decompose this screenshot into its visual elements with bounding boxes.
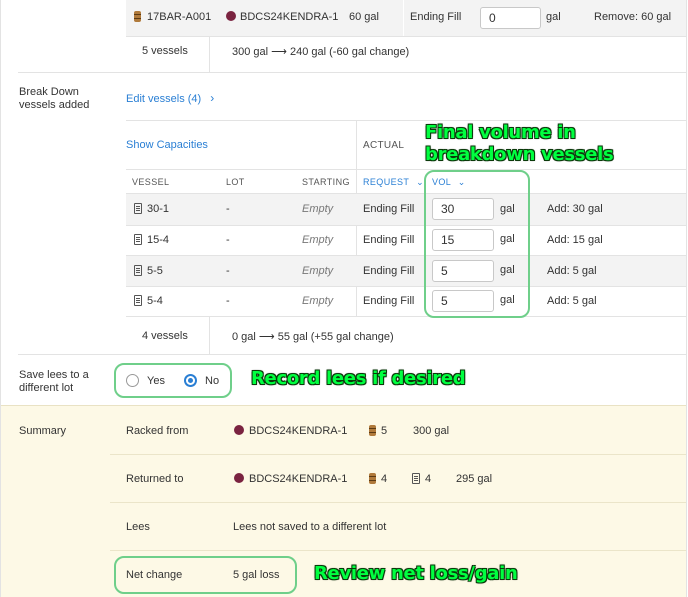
racked-from-label: Racked from xyxy=(126,425,189,437)
source-row: 17BAR-A001 BDCS24KENDRA-1 60 gal Ending … xyxy=(126,0,686,36)
returned-to-tank-count: 4 xyxy=(425,473,432,485)
vessel-name: 5-4 xyxy=(147,295,163,307)
lot-value: - xyxy=(226,234,230,246)
barrel-icon xyxy=(369,473,376,486)
divider xyxy=(209,36,210,72)
returned-to-lot: BDCS24KENDRA-1 xyxy=(249,473,348,485)
annotation-highlight-net xyxy=(114,556,297,594)
source-request: Ending Fill xyxy=(410,11,462,23)
starting-value: Empty xyxy=(302,265,334,277)
lot-value: - xyxy=(226,295,230,307)
column-header-vessel: VESSEL xyxy=(132,177,170,187)
returned-to-volume: 295 gal xyxy=(456,473,493,485)
table-row: 5-5 - Empty Ending Fill gal Add: 5 gal xyxy=(126,256,686,286)
annotation-record-lees: Record lees if desired xyxy=(251,368,466,389)
breakdown-volume-change: 0 gal ⟶ 55 gal (+55 gal change) xyxy=(232,331,394,343)
source-result: Remove: 60 gal xyxy=(594,11,672,23)
tank-icon xyxy=(134,234,142,247)
request-value: Ending Fill xyxy=(363,295,415,307)
barrel-icon xyxy=(369,425,376,438)
lot-dot-icon xyxy=(226,11,236,23)
annotation-line2: breakdown vessels xyxy=(425,144,614,165)
divider xyxy=(209,316,210,354)
table-row: 15-4 - Empty Ending Fill gal Add: 15 gal xyxy=(126,226,686,255)
annotation-review-net: Review net loss/gain xyxy=(314,563,518,584)
returned-to-label: Returned to xyxy=(126,473,184,485)
request-value: Ending Fill xyxy=(363,265,415,277)
starting-value: Empty xyxy=(302,295,334,307)
breakdown-section-label: Break Down vessels added xyxy=(19,86,89,112)
row-divider xyxy=(110,550,686,551)
row-divider xyxy=(126,316,686,317)
column-header-lot: LOT xyxy=(226,177,245,187)
lot-dot-icon xyxy=(234,473,244,485)
divider xyxy=(403,0,404,36)
source-vessel-name: 17BAR-A001 xyxy=(147,11,212,23)
row-divider xyxy=(126,36,686,37)
source-volume-change: 300 gal ⟶ 240 gal (-60 gal change) xyxy=(232,46,410,58)
annotation-highlight-lees xyxy=(114,363,232,398)
annotation-line1: Final volume in xyxy=(425,122,576,143)
lees-summary-value: Lees not saved to a different lot xyxy=(233,521,387,533)
lot-value: - xyxy=(226,203,230,215)
tank-icon xyxy=(412,473,420,486)
header-divider xyxy=(126,169,686,170)
racked-from-lot: BDCS24KENDRA-1 xyxy=(249,425,348,437)
vessel-name: 30-1 xyxy=(147,203,170,215)
lees-summary-label: Lees xyxy=(126,521,150,533)
table-row: 5-4 - Empty Ending Fill gal Add: 5 gal xyxy=(126,287,686,316)
chevron-right-icon: › xyxy=(210,91,215,105)
row-result: Add: 30 gal xyxy=(547,203,603,215)
edit-vessels-label: Edit vessels (4) xyxy=(126,93,202,105)
edit-vessels-link[interactable]: Edit vessels (4) › xyxy=(126,91,214,105)
breakdown-label-line2: vessels added xyxy=(19,99,90,111)
summary-section-label: Summary xyxy=(19,425,67,437)
starting-value: Empty xyxy=(302,234,334,246)
lees-label-line2: different lot xyxy=(19,382,74,394)
returned-to-barrel-count: 4 xyxy=(381,473,388,485)
tank-icon xyxy=(134,203,142,216)
source-volume-input[interactable] xyxy=(480,7,541,29)
section-divider xyxy=(18,354,686,355)
racked-from-volume: 300 gal xyxy=(413,425,450,437)
lees-label-line1: Save lees to a xyxy=(19,369,89,381)
chevron-down-icon: ⌄ xyxy=(416,177,425,187)
request-header-label: REQUEST xyxy=(363,177,410,187)
annotation-highlight-volumes xyxy=(424,170,530,318)
row-divider xyxy=(110,454,686,455)
breakdown-label-line1: Break Down xyxy=(19,86,79,98)
row-result: Add: 5 gal xyxy=(547,295,597,307)
request-column-dropdown[interactable]: REQUEST ⌄ xyxy=(363,177,424,188)
row-result: Add: 15 gal xyxy=(547,234,603,246)
lot-dot-icon xyxy=(234,425,244,437)
source-unit: gal xyxy=(546,11,561,23)
actual-header: ACTUAL xyxy=(363,140,405,151)
lees-section-label: Save lees to a different lot xyxy=(19,369,89,395)
column-header-starting: STARTING xyxy=(302,177,350,187)
right-border xyxy=(686,0,687,597)
vessel-name: 5-5 xyxy=(147,265,163,277)
source-vessel-count: 5 vessels xyxy=(142,45,188,57)
section-divider xyxy=(18,72,686,73)
row-divider xyxy=(110,502,686,503)
show-capacities-link[interactable]: Show Capacities xyxy=(126,139,208,151)
request-value: Ending Fill xyxy=(363,203,415,215)
source-volume: 60 gal xyxy=(349,11,379,23)
tank-icon xyxy=(134,265,142,278)
breakdown-vessel-count: 4 vessels xyxy=(142,330,188,342)
tank-icon xyxy=(134,295,142,308)
annotation-final-volume: Final volume in breakdown vessels xyxy=(425,122,614,166)
table-row: 30-1 - Empty Ending Fill gal Add: 30 gal xyxy=(126,194,686,225)
barrel-icon xyxy=(134,11,141,24)
starting-value: Empty xyxy=(302,203,334,215)
vessel-name: 15-4 xyxy=(147,234,170,246)
row-result: Add: 5 gal xyxy=(547,265,597,277)
request-value: Ending Fill xyxy=(363,234,415,246)
lot-value: - xyxy=(226,265,230,277)
source-lot-name: BDCS24KENDRA-1 xyxy=(240,11,339,23)
table-top-border xyxy=(126,120,686,121)
racked-from-barrel-count: 5 xyxy=(381,425,388,437)
